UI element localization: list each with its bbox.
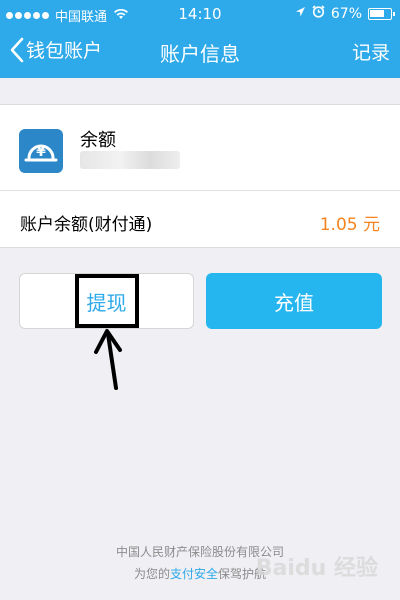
records-button[interactable]: 记录 [352, 38, 390, 65]
battery-percent: 67% [330, 5, 362, 22]
annotation-arrow-icon [90, 326, 130, 396]
account-balance-row: 账户余额(财付通) 1.05 元 [0, 191, 400, 249]
battery-icon [368, 7, 395, 20]
coin-yuan-icon: ¥ [19, 129, 63, 173]
withdraw-button[interactable]: 提现 [19, 273, 194, 329]
account-balance-amount: 1.05 元 [319, 215, 380, 235]
alarm-icon [312, 5, 325, 22]
baidu-watermark: Baidu 经验 [255, 556, 378, 581]
recharge-label: 充值 [274, 290, 314, 315]
page-title: 账户信息 [160, 42, 240, 66]
safety-prefix: 为您的 [133, 567, 170, 581]
blurred-account-info [80, 151, 180, 169]
status-bar: 中国联通 14:10 67% [0, 0, 400, 28]
account-balance-label: 账户余额(财付通) [20, 215, 153, 235]
location-arrow-icon [295, 6, 306, 22]
nav-bar: 钱包账户 账户信息 记录 [0, 28, 400, 78]
balance-label: 余额 [80, 130, 116, 151]
withdraw-highlight-box: 提现 [74, 274, 139, 328]
withdraw-label: 提现 [86, 290, 127, 315]
status-right: 67% [295, 5, 395, 22]
recharge-button[interactable]: 充值 [206, 273, 382, 329]
svg-text:¥: ¥ [36, 144, 46, 160]
header: 中国联通 14:10 67% 钱包账户 账户信息 记录 [0, 0, 400, 78]
payment-safety-link[interactable]: 支付安全 [170, 567, 218, 581]
balance-card: ¥ 余额 账户余额(财付通) 1.05 元 [0, 104, 400, 248]
balance-header-row: ¥ 余额 [0, 105, 400, 191]
